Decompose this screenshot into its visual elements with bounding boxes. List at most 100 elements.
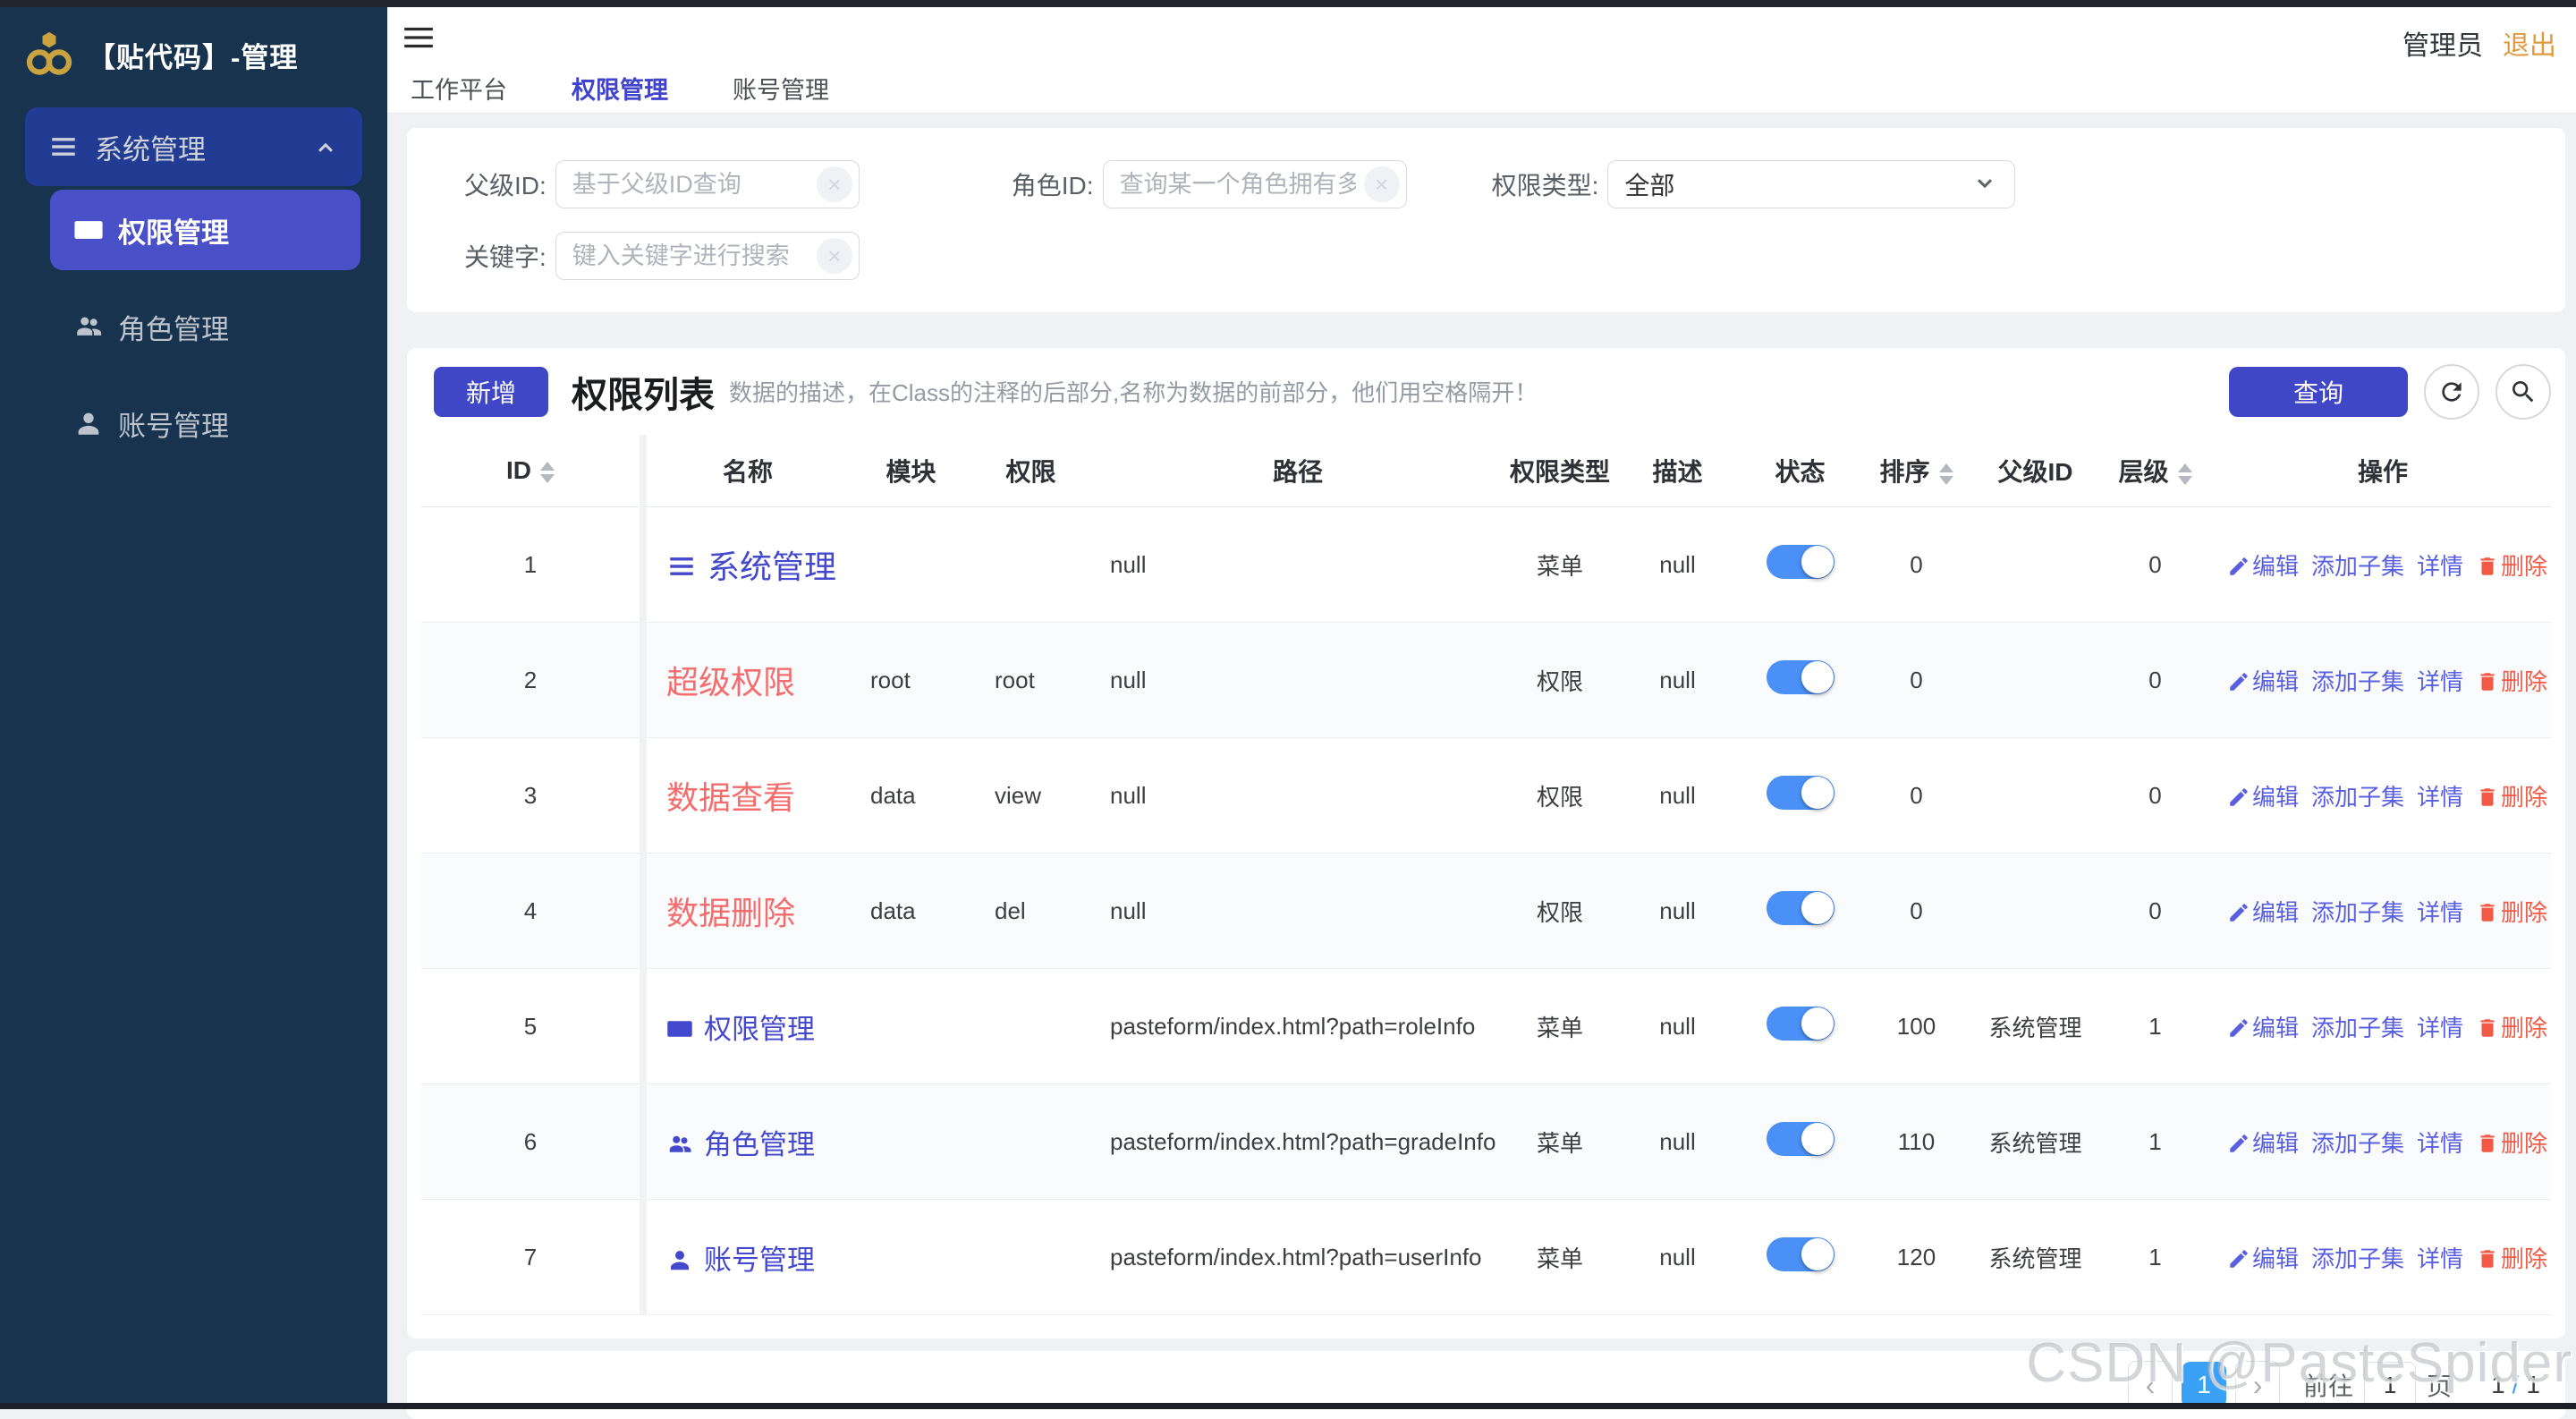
add-child-link[interactable]: 添加子集 (2311, 1130, 2404, 1157)
tab-permission[interactable]: 权限管理 (568, 71, 672, 106)
permission-name-link[interactable]: 账号管理 (704, 1245, 815, 1276)
role-id-input[interactable] (1102, 160, 1407, 208)
status-toggle[interactable] (1766, 1121, 1835, 1156)
edit-link[interactable]: 编辑 (2227, 784, 2299, 811)
tab-workbench[interactable]: 工作平台 (407, 71, 511, 106)
status-toggle[interactable] (1766, 890, 1835, 925)
detail-link[interactable]: 详情 (2417, 1245, 2463, 1272)
add-child-link[interactable]: 添加子集 (2311, 668, 2404, 695)
permission-name-link[interactable]: 权限管理 (704, 1014, 815, 1045)
status-toggle[interactable] (1766, 1236, 1835, 1271)
edit-link[interactable]: 编辑 (2227, 1015, 2299, 1041)
cell-module (849, 506, 973, 623)
cell-type: 菜单 (1507, 968, 1613, 1084)
page-total: 1 / 1 (2491, 1371, 2540, 1398)
status-toggle[interactable] (1766, 775, 1835, 810)
cell-level: 1 (2096, 1199, 2215, 1315)
query-button[interactable]: 查询 (2229, 366, 2408, 417)
logout-link[interactable]: 退出 (2503, 23, 2556, 63)
delete-link[interactable]: 删除 (2476, 1015, 2547, 1041)
cell-name: 超级权限 (647, 622, 849, 738)
main-area: 管理员 退出 工作平台 权限管理 账号管理 父级ID: × 角色ID: × 权限… (387, 7, 2576, 1419)
delete-link[interactable]: 删除 (2476, 784, 2547, 811)
permission-name-link[interactable]: 数据删除 (666, 895, 795, 931)
cell-level: 1 (2096, 968, 2215, 1084)
sort-carets[interactable] (2177, 463, 2192, 485)
status-toggle[interactable] (1766, 1006, 1835, 1041)
col-module: 模块 (849, 435, 973, 507)
cell-name: 系统管理 (647, 506, 849, 623)
table-toolbar: 新增 权限列表 数据的描述，在Class的注释的后部分,名称为数据的前部分，他们… (421, 348, 2551, 435)
refresh-button[interactable] (2424, 363, 2479, 420)
fixed-column-divider (640, 1083, 647, 1200)
permission-name-link[interactable]: 系统管理 (708, 548, 836, 585)
edit-link[interactable]: 编辑 (2227, 1130, 2299, 1157)
cell-path: pasteform/index.html?path=gradeInfo (1089, 1083, 1507, 1200)
delete-link[interactable]: 删除 (2476, 553, 2547, 580)
perm-type-select[interactable]: 全部 (1607, 160, 2016, 208)
page-number-button[interactable]: 1 (2182, 1362, 2227, 1408)
col-name: 名称 (647, 435, 849, 507)
sort-carets[interactable] (540, 461, 555, 483)
collapse-sidebar-button[interactable] (400, 18, 441, 57)
detail-link[interactable]: 详情 (2417, 553, 2463, 580)
delete-link[interactable]: 删除 (2476, 668, 2547, 695)
add-child-link[interactable]: 添加子集 (2311, 899, 2404, 926)
add-button[interactable]: 新增 (434, 366, 548, 417)
col-permission: 权限 (973, 435, 1089, 507)
sidebar-item-account[interactable]: 账号管理 (50, 383, 360, 463)
cell-permission (973, 968, 1089, 1084)
cell-module: root (849, 622, 973, 738)
detail-link[interactable]: 详情 (2417, 899, 2463, 926)
edit-link[interactable]: 编辑 (2227, 899, 2299, 926)
table-footer-space (421, 1315, 2551, 1338)
cell-operations: 编辑 添加子集 详情 删除 (2215, 737, 2551, 854)
cell-status (1742, 853, 1858, 969)
cell-level: 0 (2096, 737, 2215, 854)
sidebar-item-role[interactable]: 角色管理 (50, 286, 360, 367)
add-child-link[interactable]: 添加子集 (2311, 553, 2404, 580)
parent-id-input[interactable] (555, 160, 860, 208)
keyword-input[interactable] (555, 232, 860, 280)
edit-link[interactable]: 编辑 (2227, 553, 2299, 580)
table-row: 6 角色管理 pasteform/index.html?path=gradeInfo… (421, 1083, 2551, 1200)
sort-carets[interactable] (1938, 463, 1953, 485)
search-button[interactable] (2496, 363, 2551, 420)
cell-description: null (1613, 1199, 1742, 1315)
prev-page-button[interactable]: ‹ (2128, 1361, 2174, 1409)
delete-link[interactable]: 删除 (2476, 1245, 2547, 1272)
status-toggle[interactable] (1766, 659, 1835, 694)
permission-name-link[interactable]: 角色管理 (704, 1129, 815, 1160)
add-child-link[interactable]: 添加子集 (2311, 784, 2404, 811)
goto-page-input[interactable] (2364, 1362, 2417, 1408)
list-title: 权限列表 (572, 375, 715, 415)
tab-account[interactable]: 账号管理 (729, 71, 833, 106)
add-child-link[interactable]: 添加子集 (2311, 1245, 2404, 1272)
cell-module (849, 968, 973, 1084)
detail-link[interactable]: 详情 (2417, 784, 2463, 811)
cell-id: 4 (421, 853, 640, 969)
detail-link[interactable]: 详情 (2417, 668, 2463, 695)
delete-link[interactable]: 删除 (2476, 1130, 2547, 1157)
pencil-icon (2227, 1016, 2250, 1040)
clear-icon[interactable]: × (816, 166, 852, 202)
detail-link[interactable]: 详情 (2417, 1130, 2463, 1157)
perm-type-value: 全部 (1624, 172, 1675, 200)
clear-icon[interactable]: × (816, 238, 852, 274)
sidebar-group-system[interactable]: 系统管理 (25, 107, 362, 186)
edit-link[interactable]: 编辑 (2227, 668, 2299, 695)
cell-path: pasteform/index.html?path=userInfo (1089, 1199, 1507, 1315)
search-icon (2512, 380, 2534, 402)
clear-icon[interactable]: × (1363, 166, 1400, 202)
permission-name-link[interactable]: 超级权限 (666, 664, 795, 701)
current-user: 管理员 (2402, 31, 2483, 61)
permission-name-link[interactable]: 数据查看 (666, 779, 795, 816)
delete-link[interactable]: 删除 (2476, 899, 2547, 926)
detail-link[interactable]: 详情 (2417, 1015, 2463, 1041)
trash-icon (2476, 555, 2499, 578)
status-toggle[interactable] (1766, 544, 1835, 579)
edit-link[interactable]: 编辑 (2227, 1245, 2299, 1272)
sidebar-item-permission[interactable]: 权限管理 (50, 190, 360, 270)
next-page-button[interactable]: › (2235, 1361, 2281, 1409)
add-child-link[interactable]: 添加子集 (2311, 1015, 2404, 1041)
